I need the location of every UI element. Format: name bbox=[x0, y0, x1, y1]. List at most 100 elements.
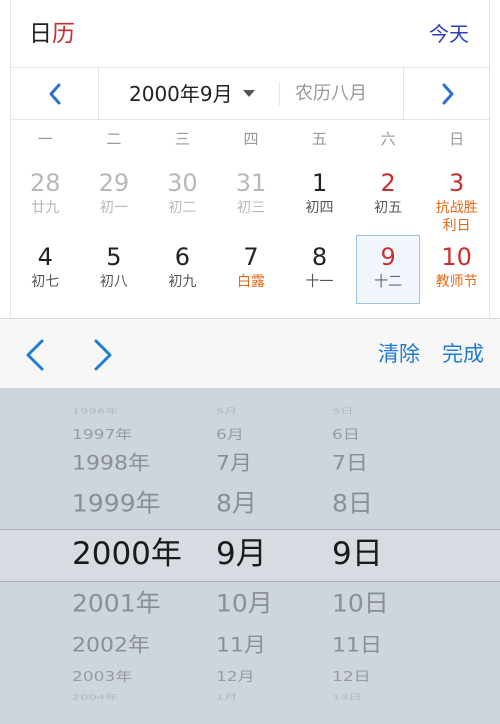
weekday-header: 一 二 三 四 五 六 日 bbox=[11, 120, 491, 158]
chevron-right-icon bbox=[94, 339, 112, 371]
day-cell[interactable]: 7 白露 bbox=[217, 232, 286, 306]
picker-toolbar: 清除 完成 bbox=[0, 318, 500, 388]
day-cell[interactable]: 28 廿九 bbox=[11, 158, 80, 232]
day-number: 5 bbox=[106, 243, 122, 271]
wheel-option[interactable]: 12月 bbox=[206, 669, 296, 687]
weekday-label: 四 bbox=[243, 130, 259, 148]
day-number: 4 bbox=[37, 243, 53, 271]
title-part-1: 日 bbox=[29, 21, 52, 47]
chevron-right-icon bbox=[442, 83, 454, 105]
wheel-option[interactable]: 13日 bbox=[322, 692, 412, 702]
wheel-option[interactable]: 2004年 bbox=[72, 692, 197, 702]
wheel-option[interactable]: 10日 bbox=[322, 588, 412, 618]
calendar-header: 日历 今天 bbox=[11, 0, 491, 68]
wheel-option[interactable]: 2001年 bbox=[72, 588, 197, 618]
chevron-left-icon bbox=[26, 339, 44, 371]
wheel-option[interactable]: 11月 bbox=[206, 633, 296, 658]
wheel-option[interactable]: 1999年 bbox=[72, 488, 197, 518]
day-cell[interactable]: 5 初八 bbox=[80, 232, 149, 306]
month-wheel[interactable]: 5月 6月 7月 8月 9月 10月 11月 12月 1月 bbox=[206, 388, 296, 724]
week-row: 4 初七 5 初八 6 初九 7 白露 8 十一 9 十二 10 教师节 bbox=[11, 232, 491, 306]
wheel-option[interactable]: 9日 bbox=[322, 536, 412, 573]
day-number: 10 bbox=[441, 243, 472, 271]
wheel-option[interactable]: 8日 bbox=[322, 488, 412, 518]
day-number: 7 bbox=[243, 243, 259, 271]
month-select[interactable]: 2000年9月 bbox=[129, 80, 255, 108]
wheel-option[interactable]: 6月 bbox=[206, 427, 296, 445]
day-number: 2 bbox=[380, 169, 396, 197]
wheel-option[interactable]: 1998年 bbox=[72, 451, 197, 476]
year-wheel[interactable]: 1996年 1997年 1998年 1999年 2000年 2001年 2002年 2003年… bbox=[72, 388, 197, 724]
next-month-button[interactable] bbox=[403, 68, 491, 120]
wheel-option[interactable]: 10月 bbox=[206, 588, 296, 618]
wheel-option[interactable]: 12日 bbox=[322, 669, 412, 687]
picker-prev-button[interactable] bbox=[18, 337, 54, 373]
wheel-option[interactable]: 8月 bbox=[206, 488, 296, 518]
lunar-date: 初二 bbox=[168, 200, 197, 216]
day-cell[interactable]: 8 十一 bbox=[285, 232, 354, 306]
lunar-date: 初一 bbox=[99, 200, 128, 216]
wheel-option[interactable]: 9月 bbox=[206, 536, 296, 573]
picker-next-button[interactable] bbox=[84, 337, 120, 373]
lunar-date: 十二 bbox=[374, 274, 403, 290]
wheel-option[interactable]: 2000年 bbox=[72, 536, 197, 573]
month-nav: 2000年9月 农历八月 bbox=[11, 68, 491, 120]
wheel-option[interactable]: 11日 bbox=[322, 633, 412, 658]
calendar-card: 日历 今天 2000年9月 农历八月 一 二 三 四 五 六 日 28 廿九 29… bbox=[10, 0, 491, 318]
wheel-option[interactable]: 6日 bbox=[322, 427, 412, 445]
day-number: 31 bbox=[235, 169, 267, 197]
day-cell[interactable]: 30 初二 bbox=[148, 158, 217, 232]
weekday-label: 日 bbox=[449, 130, 465, 148]
day-number: 6 bbox=[174, 243, 191, 271]
lunar-date: 初八 bbox=[99, 274, 128, 290]
title-part-2: 历 bbox=[52, 21, 75, 47]
lunar-date: 初四 bbox=[305, 200, 334, 216]
day-number: 30 bbox=[167, 169, 198, 197]
lunar-date: 白露 bbox=[236, 274, 265, 290]
weekday-label: 三 bbox=[174, 130, 190, 148]
nav-divider bbox=[279, 82, 280, 106]
wheel-option[interactable]: 5月 bbox=[206, 406, 296, 416]
day-number: 29 bbox=[98, 169, 130, 197]
day-cell[interactable]: 9 十二 bbox=[354, 232, 423, 306]
lunar-date: 初三 bbox=[236, 200, 265, 216]
caret-down-icon bbox=[242, 90, 255, 97]
lunar-date: 初五 bbox=[374, 200, 403, 216]
week-row: 28 廿九 29 初一 30 初二 31 初三 1 初四 2 初五 3 抗战胜利日 bbox=[11, 158, 491, 234]
day-cell[interactable]: 31 初三 bbox=[217, 158, 286, 232]
lunar-month-label: 农历八月 bbox=[295, 83, 367, 104]
day-cell[interactable]: 2 初五 bbox=[354, 158, 423, 232]
lunar-date: 廿九 bbox=[31, 200, 60, 216]
today-button[interactable]: 今天 bbox=[429, 20, 469, 48]
wheel-option[interactable]: 2003年 bbox=[72, 669, 197, 687]
wheel-option[interactable]: 1996年 bbox=[72, 406, 197, 416]
weekday-label: 二 bbox=[106, 130, 122, 148]
day-number: 1 bbox=[311, 169, 328, 197]
day-number: 28 bbox=[30, 169, 61, 197]
day-cell[interactable]: 10 教师节 bbox=[422, 232, 491, 306]
wheel-option[interactable]: 7日 bbox=[322, 451, 412, 476]
day-cell[interactable]: 1 初四 bbox=[285, 158, 354, 232]
done-button[interactable]: 完成 bbox=[442, 339, 484, 369]
day-wheel[interactable]: 5日 6日 7日 8日 9日 10日 11日 12日 13日 bbox=[322, 388, 412, 724]
day-cell[interactable]: 4 初七 bbox=[11, 232, 80, 306]
weekday-label: 一 bbox=[37, 130, 53, 148]
prev-month-button[interactable] bbox=[11, 68, 99, 120]
clear-button[interactable]: 清除 bbox=[378, 339, 420, 369]
calendar-title: 日历 bbox=[29, 19, 75, 49]
wheel-option[interactable]: 1997年 bbox=[72, 427, 197, 445]
wheel-option[interactable]: 5日 bbox=[322, 406, 412, 416]
lunar-date: 初九 bbox=[168, 274, 197, 290]
wheel-option[interactable]: 7月 bbox=[206, 451, 296, 476]
month-select-label: 2000年9月 bbox=[129, 82, 233, 106]
day-cell[interactable]: 6 初九 bbox=[148, 232, 217, 306]
lunar-date: 教师节 bbox=[435, 274, 478, 290]
day-grid: 28 廿九 29 初一 30 初二 31 初三 1 初四 2 初五 3 抗战胜利日 4 初七 5… bbox=[11, 158, 491, 306]
lunar-date: 抗战胜利日 bbox=[435, 200, 478, 234]
wheel-option[interactable]: 1月 bbox=[206, 692, 296, 702]
chevron-left-icon bbox=[49, 83, 61, 105]
wheel-option[interactable]: 2002年 bbox=[72, 633, 197, 658]
day-cell[interactable]: 29 初一 bbox=[80, 158, 149, 232]
day-cell[interactable]: 3 抗战胜利日 bbox=[422, 158, 491, 234]
lunar-date: 十一 bbox=[305, 274, 334, 290]
